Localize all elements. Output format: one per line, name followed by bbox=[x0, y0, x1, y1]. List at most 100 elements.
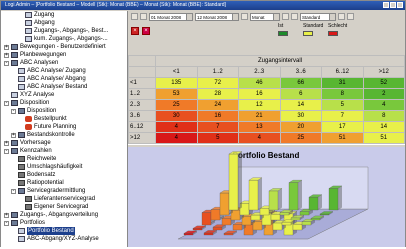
tree-item[interactable]: ABC-Abgang/XYZ-Analyse bbox=[11, 235, 99, 243]
tree-item[interactable]: Bestellpunkt bbox=[18, 115, 67, 123]
back-icon[interactable] bbox=[131, 13, 138, 20]
grid-cell[interactable]: 14 bbox=[279, 99, 322, 111]
table-icon[interactable] bbox=[291, 13, 298, 20]
collapse-icon[interactable]: - bbox=[4, 220, 9, 226]
tree-item[interactable]: XYZ Analyse bbox=[4, 91, 54, 99]
tree-item[interactable]: ABC Analyse/ Abgang bbox=[11, 75, 86, 83]
tree-item[interactable]: Ratiopotential bbox=[11, 179, 64, 187]
grid-cell[interactable]: 51 bbox=[321, 132, 364, 144]
from-date-select[interactable]: 01 Monat 2008 bbox=[149, 12, 193, 21]
grid-cell[interactable]: 16 bbox=[196, 110, 239, 122]
grid-cell[interactable]: 25 bbox=[279, 132, 322, 144]
grid-cell[interactable]: 24 bbox=[196, 99, 239, 111]
tree-item[interactable]: - Disposition bbox=[4, 99, 49, 107]
grid-row-header[interactable]: 2..3 bbox=[128, 99, 156, 111]
tree-item[interactable]: ABC Analyse/ Bestand bbox=[11, 83, 87, 91]
tree-item[interactable]: Portfolio Bestand bbox=[11, 227, 75, 235]
expand-icon[interactable]: + bbox=[4, 44, 9, 50]
tree-item[interactable]: Umschlagshäufigkeit bbox=[11, 163, 82, 171]
grid-cell[interactable]: 72 bbox=[196, 77, 239, 89]
tree-item[interactable]: - Disposition bbox=[11, 107, 56, 115]
grid-cell[interactable]: 53 bbox=[155, 88, 198, 100]
tree-item[interactable]: + Planbewegungen bbox=[4, 51, 66, 59]
refresh-icon[interactable] bbox=[140, 13, 147, 20]
grid-cell[interactable]: 4 bbox=[238, 132, 281, 144]
tree-item[interactable]: - Portfolios bbox=[4, 219, 45, 227]
grid-row-header[interactable]: 3..6 bbox=[128, 110, 156, 122]
tree-item[interactable]: Zugangs-, Abgangs-, Best... bbox=[18, 27, 108, 35]
tree-item[interactable]: Zugang bbox=[18, 11, 54, 19]
clear-filter-icon[interactable]: × bbox=[131, 27, 139, 35]
grid-cell[interactable]: 52 bbox=[362, 77, 405, 89]
grid-cell[interactable]: 66 bbox=[279, 77, 322, 89]
grid-cell[interactable]: 30 bbox=[279, 110, 322, 122]
period-select[interactable]: Monat bbox=[250, 12, 280, 21]
tree-item[interactable]: - Servicegradermittlung bbox=[11, 187, 85, 195]
tree-item[interactable]: Lieferantenservicegrad bbox=[18, 195, 95, 203]
tree-item[interactable]: - ABC Analysen bbox=[4, 59, 58, 67]
grid-cell[interactable]: 16 bbox=[238, 88, 281, 100]
collapse-icon[interactable]: - bbox=[11, 108, 16, 114]
expand-icon[interactable]: + bbox=[4, 140, 9, 146]
grid-cell[interactable]: 5 bbox=[321, 99, 364, 111]
grid-column-header[interactable]: <1 bbox=[155, 66, 198, 78]
grid-cell[interactable]: 28 bbox=[196, 88, 239, 100]
maximize-button[interactable] bbox=[390, 2, 396, 8]
tree-item[interactable]: ABC Analyse/ Zugang bbox=[11, 67, 86, 75]
grid-cell[interactable]: 4 bbox=[362, 99, 405, 111]
view-select[interactable]: Standard bbox=[300, 12, 336, 21]
grid-cell[interactable]: 20 bbox=[279, 121, 322, 133]
chart-icon[interactable] bbox=[282, 13, 289, 20]
grid-column-header[interactable]: 1..2 bbox=[196, 66, 239, 78]
calendar-icon[interactable] bbox=[241, 13, 248, 20]
grid-row-header[interactable]: >12 bbox=[128, 132, 156, 144]
grid-cell[interactable]: 21 bbox=[238, 110, 281, 122]
tree-item[interactable]: - Kennzahlen bbox=[4, 147, 52, 155]
grid-column-header[interactable]: 3..6 bbox=[279, 66, 322, 78]
grid-cell[interactable]: 30 bbox=[155, 110, 198, 122]
grid-row-header[interactable]: <1 bbox=[128, 77, 156, 89]
expand-icon[interactable]: + bbox=[11, 132, 16, 138]
collapse-icon[interactable]: - bbox=[4, 60, 9, 66]
grid-cell[interactable]: 46 bbox=[238, 77, 281, 89]
tree-item[interactable]: + Bestandskontrolle bbox=[11, 131, 75, 139]
grid-cell[interactable]: 7 bbox=[196, 121, 239, 133]
grid-cell[interactable]: 5 bbox=[196, 132, 239, 144]
tree-item[interactable]: kum. Zugangs-, Abgangs-... bbox=[18, 35, 108, 43]
print-icon[interactable] bbox=[338, 13, 345, 20]
remove-filter-icon[interactable]: × bbox=[142, 27, 150, 35]
grid-cell[interactable]: 13 bbox=[238, 121, 281, 133]
grid-cell[interactable]: 8 bbox=[362, 110, 405, 122]
grid-cell[interactable]: 31 bbox=[321, 77, 364, 89]
grid-cell[interactable]: 135 bbox=[155, 77, 198, 89]
expand-icon[interactable]: + bbox=[4, 212, 9, 218]
grid-cell[interactable]: 6 bbox=[279, 88, 322, 100]
grid-cell[interactable]: 12 bbox=[238, 99, 281, 111]
to-date-select[interactable]: 12 Monat 2008 bbox=[195, 12, 239, 21]
tree-item[interactable]: Eigener Servicegrad bbox=[18, 203, 88, 211]
grid-column-header[interactable]: 6..12 bbox=[321, 66, 364, 78]
tree-item[interactable]: + Bewegungen - Benutzerdefiniert bbox=[4, 43, 106, 51]
tree-item[interactable]: Reichweite bbox=[11, 155, 56, 163]
grid-cell[interactable]: 25 bbox=[155, 99, 198, 111]
expand-icon[interactable]: + bbox=[4, 52, 9, 58]
grid-cell[interactable]: 2 bbox=[362, 88, 405, 100]
tree-item[interactable]: + Vorhersage bbox=[4, 139, 51, 147]
tree-item[interactable]: Future Planning bbox=[18, 123, 76, 131]
collapse-icon[interactable]: - bbox=[4, 100, 9, 106]
tree-item[interactable]: + Zugangs-, Abgangsverteilung bbox=[4, 211, 98, 219]
grid-cell[interactable]: 17 bbox=[321, 121, 364, 133]
grid-cell[interactable]: 4 bbox=[155, 121, 198, 133]
tree-item[interactable]: Bodensatz bbox=[11, 171, 55, 179]
tree-item[interactable]: Abgang bbox=[18, 19, 55, 27]
export-icon[interactable] bbox=[347, 13, 354, 20]
grid-cell[interactable]: 4 bbox=[155, 132, 198, 144]
minimize-button[interactable] bbox=[383, 2, 389, 8]
close-button[interactable] bbox=[397, 2, 403, 8]
grid-cell[interactable]: 51 bbox=[362, 132, 405, 144]
grid-cell[interactable]: 7 bbox=[321, 110, 364, 122]
grid-column-header[interactable]: 2..3 bbox=[238, 66, 281, 78]
grid-cell[interactable]: 14 bbox=[362, 121, 405, 133]
grid-cell[interactable]: 8 bbox=[321, 88, 364, 100]
grid-row-header[interactable]: 6..12 bbox=[128, 121, 156, 133]
